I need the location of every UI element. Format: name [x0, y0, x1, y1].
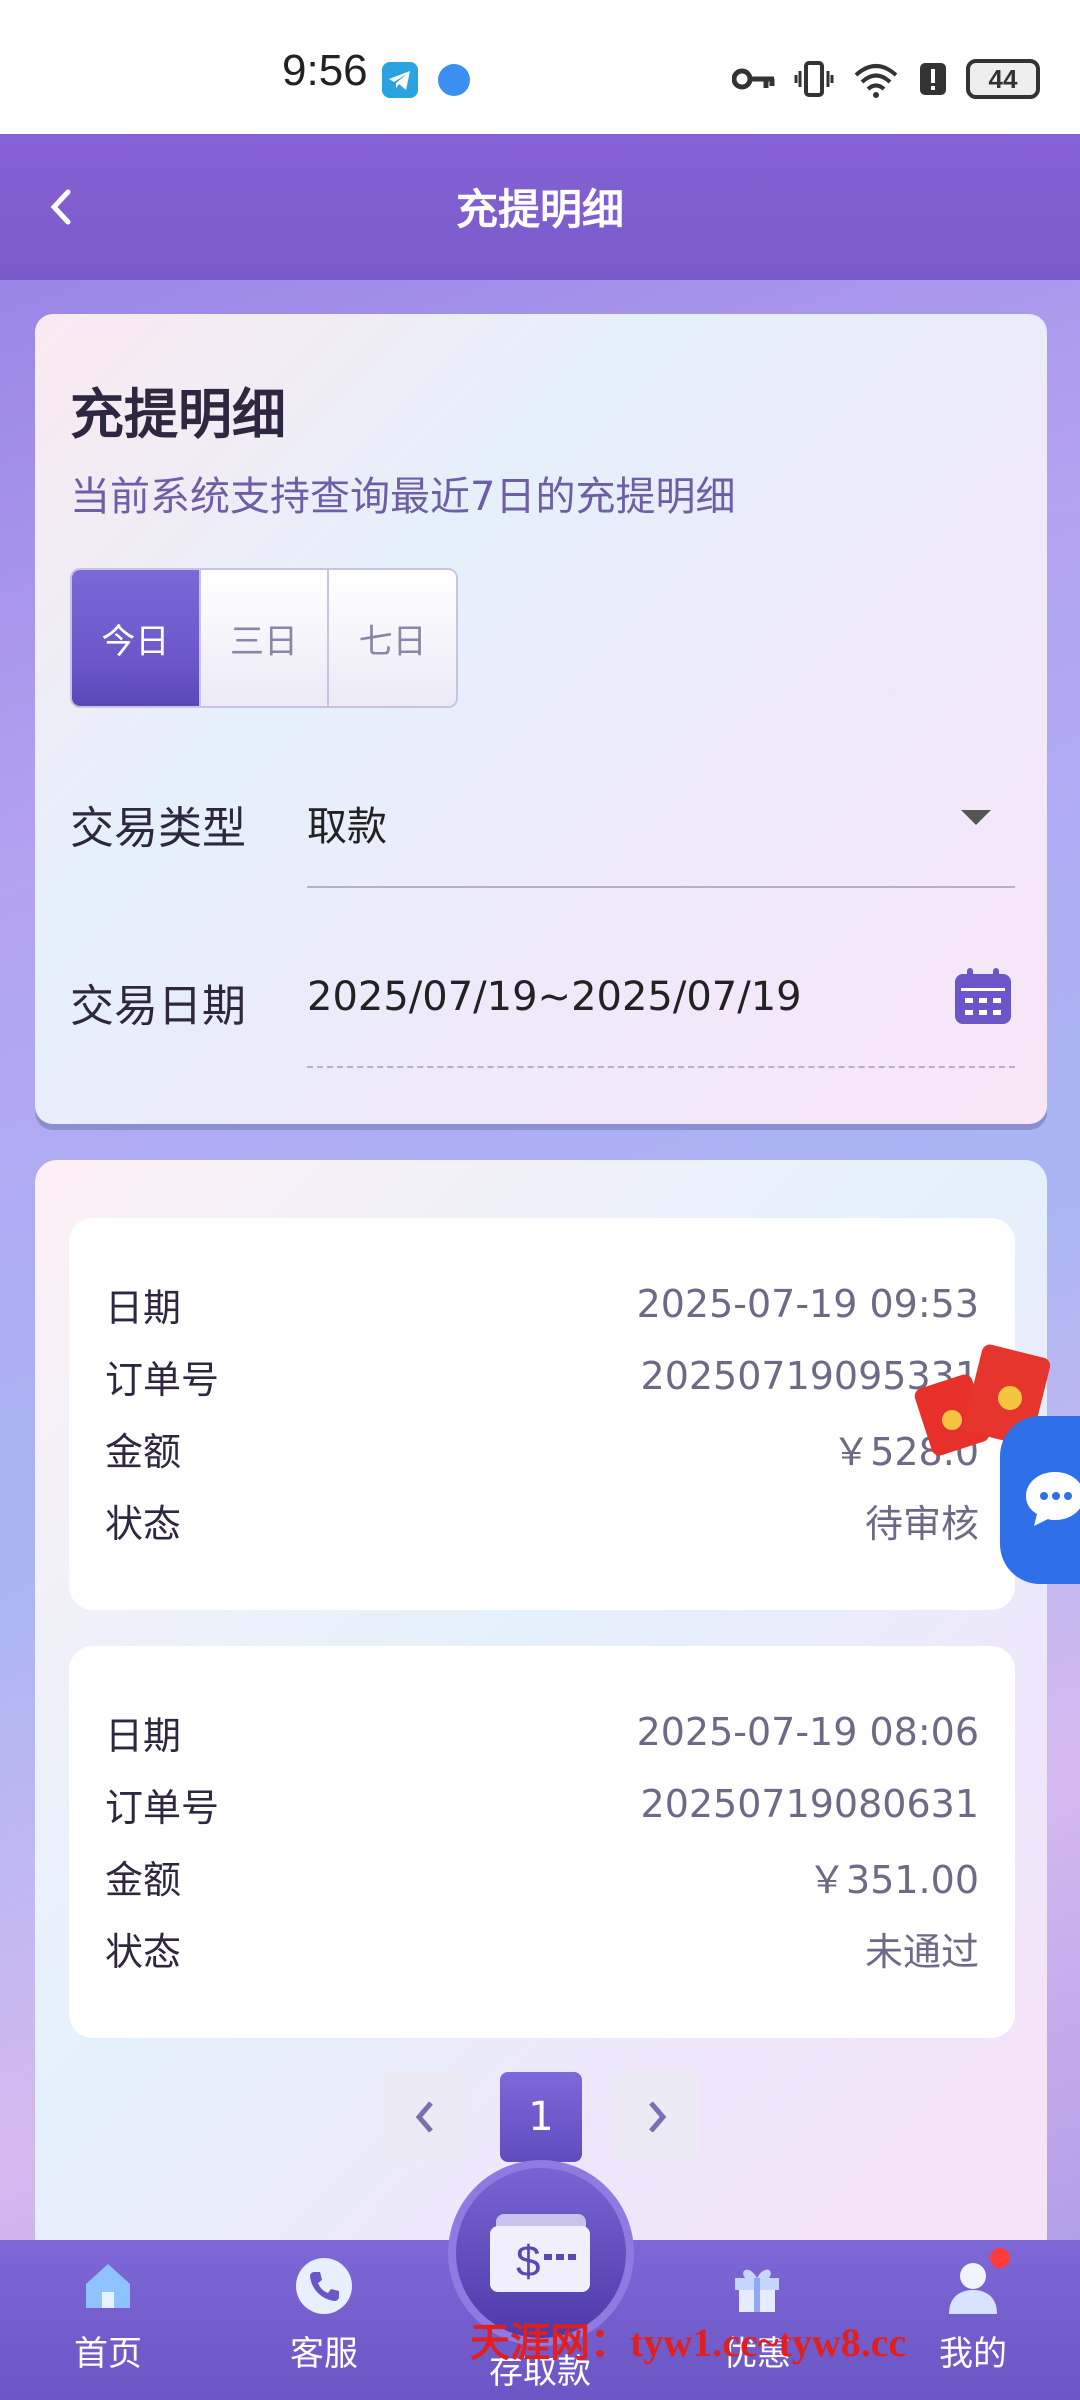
- transaction-type-label: 交易类型: [70, 803, 246, 854]
- wallet-icon: $: [490, 2214, 590, 2292]
- dropdown-caret-icon[interactable]: [961, 810, 991, 825]
- nav-mine-label: 我的: [939, 2334, 1007, 2374]
- transaction-date-label: 交易日期: [70, 981, 246, 1032]
- status-icons: 44: [732, 56, 1040, 102]
- svg-text:$: $: [516, 2237, 540, 2286]
- vibrate-icon: [794, 61, 834, 97]
- segment-seven-days[interactable]: 七日: [329, 570, 456, 706]
- card-title: 充提明细: [70, 383, 286, 446]
- watermark-text: 天涯网：tyw1.cc~tyw8.cc: [470, 2320, 907, 2365]
- record-status-label: 状态: [105, 1501, 182, 1546]
- date-range-selector: 今日 三日 七日: [70, 568, 458, 708]
- battery-indicator: 44: [966, 59, 1040, 99]
- record-status: 未通过: [864, 1929, 979, 1974]
- status-bar: 9:56 44: [0, 0, 1080, 134]
- telegram-icon: [382, 62, 418, 98]
- record-order-row: 订单号 20250719080631: [105, 1774, 979, 1834]
- segment-today[interactable]: 今日: [72, 570, 201, 706]
- filter-card: 充提明细 当前系统支持查询最近7日的充提明细 今日 三日 七日 交易类型 取款 …: [35, 314, 1047, 1124]
- key-icon: [732, 68, 775, 90]
- chevron-right-icon: [649, 2101, 667, 2133]
- chat-support-button[interactable]: [1000, 1416, 1080, 1584]
- record-amount: ￥351.00: [808, 1857, 979, 1902]
- record-card[interactable]: 日期 2025-07-19 08:06 订单号 20250719080631 金…: [69, 1646, 1015, 2038]
- status-time: 9:56: [282, 46, 368, 95]
- chevron-left-icon: [415, 2101, 433, 2133]
- nav-service[interactable]: 客服: [249, 2256, 399, 2375]
- divider: [307, 1066, 1015, 1068]
- notification-badge: [990, 2248, 1010, 2268]
- home-icon: [86, 2264, 130, 2308]
- record-amount-label: 金额: [105, 1857, 182, 1902]
- calendar-icon[interactable]: [953, 966, 1013, 1026]
- record-status-row: 状态 待审核: [105, 1490, 979, 1550]
- current-page-button[interactable]: 1: [500, 2072, 582, 2162]
- record-date: 2025-07-19 08:06: [636, 1710, 979, 1754]
- record-status-row: 状态 未通过: [105, 1918, 979, 1978]
- record-status-label: 状态: [105, 1929, 182, 1974]
- record-date-row: 日期 2025-07-19 09:53: [105, 1274, 979, 1334]
- record-amount-label: 金额: [105, 1429, 182, 1474]
- record-amount-row: 金额 ￥351.00: [105, 1846, 979, 1906]
- record-card[interactable]: 日期 2025-07-19 09:53 订单号 20250719095331 金…: [69, 1218, 1015, 1610]
- segment-three-days[interactable]: 三日: [200, 570, 330, 706]
- nav-home-label: 首页: [74, 2334, 142, 2374]
- record-date-row: 日期 2025-07-19 08:06: [105, 1702, 979, 1762]
- chat-bubble-icon: [1026, 1472, 1080, 1526]
- nav-mine[interactable]: 我的: [898, 2256, 1048, 2375]
- wifi-icon: [854, 64, 898, 98]
- record-date-label: 日期: [105, 1285, 182, 1330]
- app-header: 充提明细: [0, 134, 1080, 280]
- record-status: 待审核: [864, 1501, 979, 1546]
- transaction-type-select[interactable]: 取款: [307, 794, 387, 852]
- card-subtitle: 当前系统支持查询最近7日的充提明细: [70, 474, 736, 520]
- gift-icon: [735, 2269, 779, 2312]
- record-order-label: 订单号: [105, 1785, 220, 1830]
- nav-service-label: 客服: [290, 2334, 358, 2374]
- page-title: 充提明细: [455, 185, 624, 234]
- phone-icon: [296, 2258, 352, 2314]
- nav-home[interactable]: 首页: [33, 2256, 183, 2375]
- browser-icon: [438, 64, 470, 96]
- divider: [307, 886, 1015, 888]
- record-date: 2025-07-19 09:53: [636, 1282, 979, 1326]
- record-order-label: 订单号: [105, 1357, 220, 1402]
- transaction-date-field[interactable]: 2025/07/19~2025/07/19: [307, 974, 802, 1020]
- record-date-label: 日期: [105, 1713, 182, 1758]
- alert-icon: [920, 63, 946, 95]
- record-amount-row: 金额 ￥528.0: [105, 1418, 979, 1478]
- prev-page-button[interactable]: [384, 2072, 466, 2162]
- record-order-row: 订单号 20250719095331: [105, 1346, 979, 1406]
- next-page-button[interactable]: [616, 2072, 698, 2162]
- record-order-number: 20250719080631: [640, 1782, 979, 1826]
